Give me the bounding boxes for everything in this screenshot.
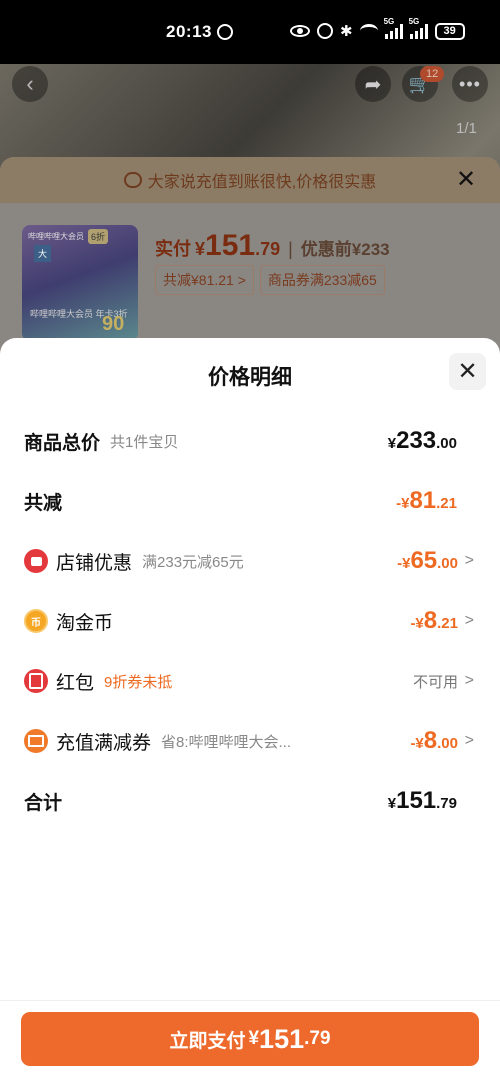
pay-decimal: .79 xyxy=(255,239,281,259)
signal-icon-2: 5G xyxy=(409,17,428,39)
amount-integer: 233 xyxy=(396,427,437,454)
behind-pay-amount: 实付 ¥ 151 .79 | 优惠前¥233 xyxy=(155,229,390,263)
shop-discount-sub: 满233元减65元 xyxy=(142,553,244,571)
more-icon[interactable]: ••• xyxy=(452,66,488,102)
share-icon[interactable]: ➦ xyxy=(355,66,391,102)
chevron-right-icon: > xyxy=(464,672,474,689)
recharge-coupon-sub: 省8:哔哩哔哩大会... xyxy=(161,733,292,751)
chevron-right-icon: > xyxy=(464,612,474,629)
network-label-2: 5G xyxy=(408,17,420,26)
cart-badge: 12 xyxy=(420,66,445,82)
shop-icon xyxy=(24,549,48,573)
behind-purchase-panel: 大家说充值到账很快,价格很实惠 ✕ 哔哩哔哩大会员 6折 大 哔哩哔哩大会员 年… xyxy=(0,157,500,367)
signal-icon-1: 5G xyxy=(384,17,403,39)
notification-icon xyxy=(217,24,233,40)
thumb-number: 90 xyxy=(102,313,125,335)
total-price-sub: 共1件宝贝 xyxy=(110,433,179,451)
battery-icon: 39 xyxy=(434,22,465,40)
currency-sign: -¥ xyxy=(410,615,424,632)
sum-amount: ¥ 151 .79 xyxy=(388,787,457,815)
product-thumbnail: 哔哩哔哩大会员 6折 大 哔哩哔哩大会员 年卡3折 90 xyxy=(22,225,138,341)
amount-decimal: .00 xyxy=(436,435,457,452)
sheet-title: 价格明细 xyxy=(208,366,292,389)
row-sum: 合计 ¥ 151 .79 xyxy=(0,781,500,821)
amount-integer: 151 xyxy=(396,787,437,814)
image-counter: 1/1 xyxy=(456,120,477,137)
pay-separator: | xyxy=(288,239,293,259)
currency-sign: ¥ xyxy=(387,795,397,812)
pay-button-decimal: .79 xyxy=(304,1028,331,1049)
row-total-reduce: 共减 -¥ 81 .21 xyxy=(0,481,500,521)
shop-discount-amount: -¥ 65 .00 xyxy=(397,547,458,575)
bottom-divider xyxy=(0,1000,500,1001)
pay-button-integer: 151 xyxy=(259,1023,305,1054)
amount-integer: 65 xyxy=(410,547,438,574)
thumb-badge: 6折 xyxy=(88,229,109,244)
red-packet-status: 不可用 xyxy=(412,673,458,691)
total-price-label: 商品总价 xyxy=(24,432,101,454)
row-red-packet[interactable]: 红包 9折券未抵 不可用 > xyxy=(0,661,500,701)
row-shop-discount[interactable]: 店铺优惠 满233元减65元 -¥ 65 .00 > xyxy=(0,541,500,581)
pay-button-currency: ¥ xyxy=(248,1028,260,1049)
coin-label: 淘金币 xyxy=(56,612,114,634)
pay-now-button[interactable]: 立即支付 ¥ 151 .79 xyxy=(21,1012,479,1066)
wifi-icon xyxy=(359,22,378,40)
review-banner: 大家说充值到账很快,价格很实惠 xyxy=(0,157,500,203)
red-packet-sub: 9折券未抵 xyxy=(104,673,173,691)
status-time: 20:13 xyxy=(166,22,212,41)
amount-decimal: .21 xyxy=(437,615,458,632)
status-icons: ✱ 5G 5G 39 xyxy=(290,17,465,40)
chevron-right-icon: > xyxy=(464,552,474,569)
status-bar: 20:13 ✱ 5G 5G 39 xyxy=(0,0,500,64)
red-packet-icon xyxy=(24,669,48,693)
total-reduce-amount: -¥ 81 .21 xyxy=(396,487,457,515)
network-label-1: 5G xyxy=(383,17,395,26)
coin-amount: -¥ 8 .21 xyxy=(410,607,458,635)
bluetooth-icon: ✱ xyxy=(340,23,353,40)
chevron-right-icon: > xyxy=(464,732,474,749)
amount-integer: 81 xyxy=(409,487,437,514)
currency-sign: -¥ xyxy=(396,495,410,512)
price-detail-sheet: 价格明细 ✕ 商品总价 共1件宝贝 ¥ 233 .00 共减 -¥ 81 .21 xyxy=(0,338,500,1085)
total-reduce-label: 共减 xyxy=(24,492,63,514)
close-icon[interactable]: ✕ xyxy=(449,353,486,390)
pre-discount: 优惠前¥233 xyxy=(300,240,390,259)
red-packet-label: 红包 xyxy=(56,672,95,694)
row-recharge-coupon[interactable]: 充值满减券 省8:哔哩哔哩大会... -¥ 8 .00 > xyxy=(0,721,500,761)
behind-tags: 共减¥81.21 > 商品券满233减65 xyxy=(155,265,385,295)
shop-discount-label: 店铺优惠 xyxy=(56,552,133,574)
pay-currency: ¥ xyxy=(195,239,206,259)
currency-sign: -¥ xyxy=(397,555,411,572)
amount-integer: 8 xyxy=(423,607,438,634)
amount-decimal: .79 xyxy=(436,795,457,812)
amount-decimal: .00 xyxy=(437,555,458,572)
row-taobao-coin[interactable]: 淘金币 -¥ 8 .21 > xyxy=(0,601,500,641)
chat-icon xyxy=(123,172,142,188)
recharge-coupon-amount: -¥ 8 .00 xyxy=(410,727,458,755)
banner-text: 大家说充值到账很快,价格很实惠 xyxy=(147,174,377,191)
sum-label: 合计 xyxy=(24,792,63,814)
pay-label: 实付 xyxy=(155,239,191,259)
amount-decimal: .21 xyxy=(436,495,457,512)
total-price-amount: ¥ 233 .00 xyxy=(388,427,457,455)
currency-sign: -¥ xyxy=(410,735,424,752)
thumb-tag: 大 xyxy=(34,245,52,262)
amount-integer: 8 xyxy=(423,727,438,754)
alarm-icon xyxy=(317,22,333,40)
currency-sign: ¥ xyxy=(387,435,397,452)
close-icon[interactable]: ✕ xyxy=(456,165,476,194)
back-arrow-icon[interactable]: ‹ xyxy=(12,66,48,102)
amount-decimal: .00 xyxy=(437,735,458,752)
pay-integer: 151 xyxy=(205,229,256,262)
recharge-coupon-label: 充值满减券 xyxy=(56,732,152,754)
coin-icon xyxy=(24,609,48,633)
coupon-tag: 商品券满233减65 xyxy=(259,265,385,295)
coupon-icon xyxy=(24,729,48,753)
thumb-text: 哔哩哔哩大会员 xyxy=(28,232,84,241)
eye-icon xyxy=(290,22,310,40)
total-reduce-tag[interactable]: 共减¥81.21 > xyxy=(155,265,254,295)
row-total-price: 商品总价 共1件宝贝 ¥ 233 .00 xyxy=(0,421,500,461)
pay-button-label: 立即支付 xyxy=(169,1030,246,1052)
